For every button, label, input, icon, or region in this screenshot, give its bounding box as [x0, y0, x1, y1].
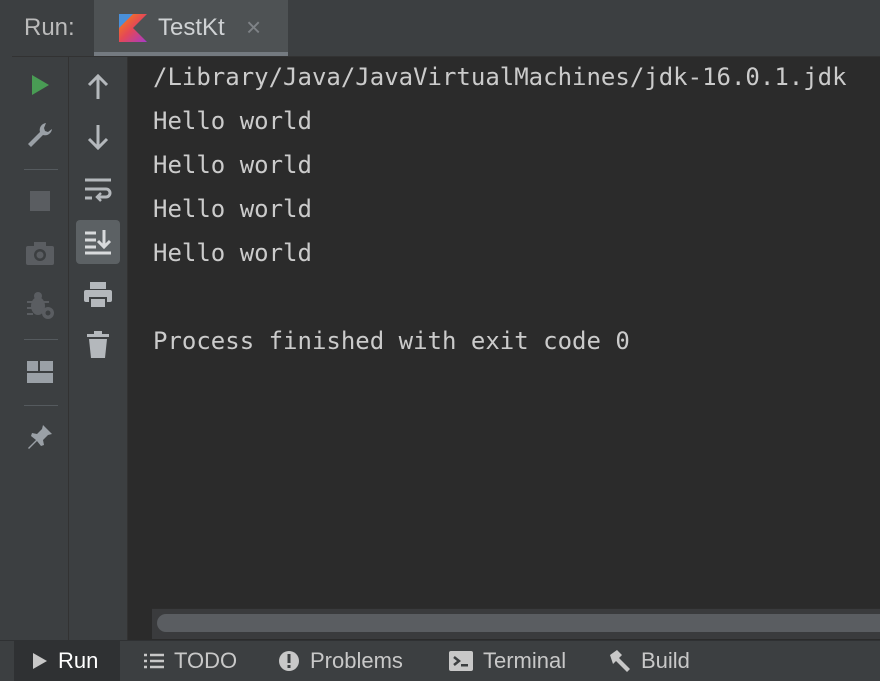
console-line: Hello world: [153, 151, 312, 179]
toolbar-separator: [24, 169, 58, 170]
console-actions-toolbar: [69, 57, 128, 640]
kotlin-icon: [119, 14, 147, 42]
run-label: Run:: [24, 14, 75, 41]
tool-tab-todo-label: TODO: [174, 648, 238, 673]
tool-tab-problems[interactable]: Problems: [278, 641, 403, 681]
tool-tab-terminal-label: Terminal: [483, 648, 567, 673]
stop-icon[interactable]: [20, 181, 60, 221]
terminal-icon: [449, 651, 473, 671]
rerun-icon[interactable]: [20, 65, 60, 105]
camera-icon[interactable]: [20, 233, 60, 273]
console-line: Hello world: [153, 239, 312, 267]
console-line: Hello world: [153, 195, 312, 223]
wrench-icon[interactable]: [20, 115, 60, 155]
tool-tab-run-label: Run: [58, 648, 99, 673]
tool-tab-terminal[interactable]: Terminal: [449, 641, 566, 681]
console-line: Process finished with exit code 0: [153, 327, 630, 355]
scrollbar-thumb[interactable]: [157, 614, 880, 632]
pin-icon[interactable]: [20, 417, 60, 457]
layout-icon[interactable]: [20, 352, 60, 392]
tool-tab-build[interactable]: Build: [607, 641, 690, 681]
play-icon: [33, 653, 47, 669]
trash-icon[interactable]: [78, 325, 118, 365]
tool-tab-todo[interactable]: TODO: [144, 641, 237, 681]
run-tool-window-header: Run: TestKt ×: [12, 0, 880, 57]
toolbar-separator: [24, 405, 58, 406]
soft-wrap-icon[interactable]: [78, 170, 118, 210]
close-icon[interactable]: ×: [246, 12, 261, 43]
tool-window-bar: Run TODO Problems Terminal Build: [0, 640, 880, 681]
scroll-to-end-icon[interactable]: [76, 220, 120, 264]
tool-tab-run[interactable]: Run: [14, 641, 120, 681]
tab-title: TestKt: [158, 14, 225, 41]
toolbar-separator: [24, 339, 58, 340]
tab-testkt[interactable]: TestKt ×: [94, 0, 288, 56]
run-actions-toolbar: [12, 57, 69, 640]
warning-circle-icon: [279, 651, 299, 671]
hammer-icon: [610, 650, 630, 672]
tool-tab-problems-label: Problems: [310, 648, 403, 673]
arrow-up-icon[interactable]: [78, 67, 118, 107]
tool-tab-build-label: Build: [641, 648, 690, 673]
horizontal-scrollbar[interactable]: [152, 608, 880, 639]
list-icon: [144, 653, 164, 669]
print-icon[interactable]: [78, 275, 118, 315]
arrow-down-icon[interactable]: [78, 117, 118, 157]
bug-icon[interactable]: [20, 285, 60, 325]
console-line: /Library/Java/JavaVirtualMachines/jdk-16…: [153, 63, 847, 91]
console-output[interactable]: /Library/Java/JavaVirtualMachines/jdk-16…: [128, 57, 880, 640]
console-line: Hello world: [153, 107, 312, 135]
